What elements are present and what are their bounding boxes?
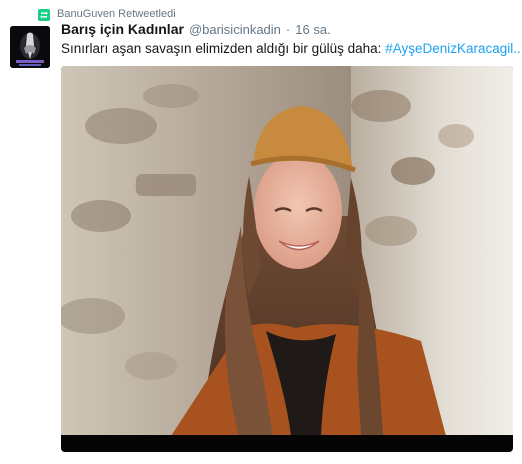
- header-separator: ·: [285, 22, 291, 37]
- tweet-text-body: Sınırları aşan savaşın elimizden aldığı …: [61, 41, 386, 56]
- retweet-context[interactable]: BanuGuven Retweetledi: [38, 7, 176, 21]
- display-name[interactable]: Barış için Kadınlar: [61, 21, 184, 37]
- avatar[interactable]: [10, 26, 50, 68]
- retweet-context-text: BanuGuven Retweetledi: [57, 8, 176, 20]
- screen-name[interactable]: @barisicinkadin: [189, 22, 281, 37]
- timestamp[interactable]: 16 sa.: [295, 22, 330, 37]
- hashtag-link[interactable]: #AyşeDenizKaracagil: [385, 41, 513, 56]
- media-bottom-bar: [61, 435, 513, 452]
- truncation-ellipsis: ..: [513, 41, 521, 56]
- photo-image: [61, 66, 513, 452]
- tweet-photo[interactable]: [61, 66, 513, 452]
- retweet-icon: [38, 8, 50, 21]
- tweet-header: Barış için Kadınlar @barisicinkadin · 16…: [61, 21, 331, 39]
- tweet-text: Sınırları aşan savaşın elimizden aldığı …: [61, 40, 521, 58]
